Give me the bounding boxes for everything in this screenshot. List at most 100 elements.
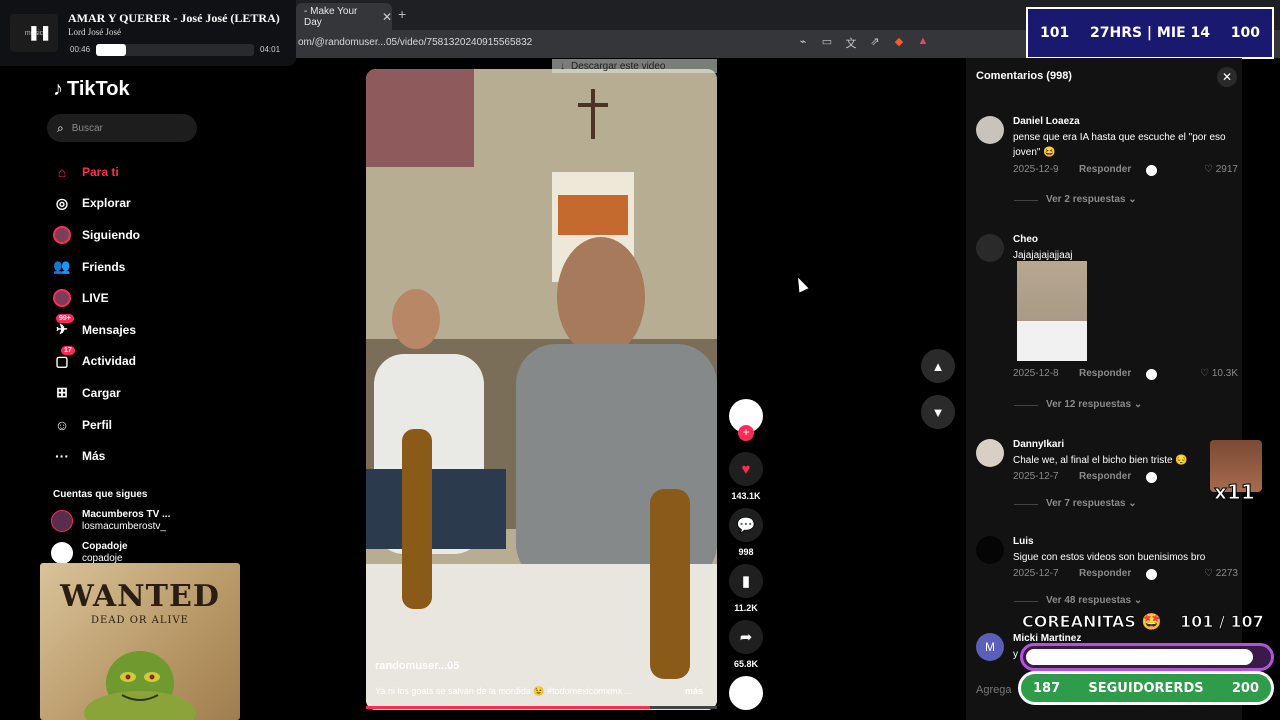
reply-button[interactable]: Responder	[1079, 164, 1131, 175]
next-video-button[interactable]: ▼	[921, 395, 955, 429]
following-account[interactable]: Copadoje copadoje	[51, 541, 128, 565]
view-replies-link[interactable]: Ver 7 respuestas ⌄	[1046, 498, 1137, 509]
sidebar-item-explorar[interactable]: ◎ Explorar	[53, 188, 140, 220]
share-icon[interactable]: ⇗	[868, 35, 882, 51]
activity-icon: ▢	[55, 352, 69, 369]
reply-button[interactable]: Responder	[1079, 471, 1131, 482]
download-video-button[interactable]: ↓ Descargar este video	[552, 59, 717, 73]
counter-center: 27HRS | MIE 14	[1090, 25, 1210, 41]
sidebar-item-label: LIVE	[82, 291, 109, 306]
comment-icon: 💬	[729, 508, 763, 542]
download-label: Descargar este video	[571, 60, 666, 72]
messages-badge: 99+	[56, 313, 74, 323]
sidebar-item-label: Perfil	[82, 417, 113, 432]
video-username[interactable]: randomuser...05	[375, 660, 459, 672]
account-name: Macumberos TV ...	[82, 509, 171, 520]
avatar[interactable]: M	[976, 633, 1004, 661]
chevron-up-icon: ▲	[931, 358, 945, 374]
comment-image[interactable]	[1017, 261, 1087, 361]
browser-tab[interactable]: - Make Your Day ✕	[296, 3, 392, 30]
comment-button[interactable]: 💬 998	[728, 508, 764, 557]
new-tab-icon[interactable]: +	[398, 6, 406, 22]
sidebar-item-live[interactable]: LIVE	[53, 282, 140, 314]
media-player: music ❚❚ AMAR Y QUERER - José José (LETR…	[0, 0, 296, 66]
sidebar-item-label: Actividad	[82, 354, 137, 369]
sidebar-item-mas[interactable]: ··· Más	[53, 440, 140, 472]
tiktok-logo[interactable]: ♪ TikTok	[53, 78, 130, 101]
save-button[interactable]: ▮ 11.2K	[728, 564, 764, 613]
divider	[1014, 601, 1038, 602]
followers-goal-bar: 187 SEGUIDORERDS 200	[1018, 671, 1274, 705]
cast-icon[interactable]: ▭	[820, 35, 834, 51]
video-progress-fill	[366, 706, 651, 709]
more-icon: ···	[55, 448, 69, 465]
sidebar-item-label: Mensajes	[82, 322, 137, 337]
add-comment-input[interactable]: Agrega	[976, 684, 1011, 696]
comment-author[interactable]: Cheo	[1013, 234, 1038, 245]
video-progress-bar[interactable]	[366, 706, 717, 709]
song-title: AMAR Y QUERER - José José (LETRA)	[68, 11, 280, 25]
sidebar-item-actividad[interactable]: ▢ 17 Actividad	[53, 345, 140, 378]
comment-like-button[interactable]: ♡ 10.3K	[1200, 368, 1238, 379]
sidebar-item-friends[interactable]: 👥 Friends	[53, 251, 140, 283]
share-button[interactable]: ➦ 65.8K	[728, 620, 764, 669]
seek-bar[interactable]	[96, 44, 254, 56]
upload-icon: ⊞	[56, 384, 68, 401]
close-icon[interactable]: ✕	[1217, 67, 1237, 87]
creator-liked-icon	[1146, 569, 1157, 580]
avatar[interactable]	[976, 234, 1004, 262]
comment-likes: 2273	[1215, 568, 1238, 579]
comment-like-button[interactable]: ♡ 2917	[1204, 164, 1238, 175]
share-arrow-icon: ➦	[729, 620, 763, 654]
view-replies-link[interactable]: Ver 12 respuestas ⌄	[1046, 399, 1142, 410]
following-account[interactable]: Macumberos TV ... losmacumberostv_	[51, 509, 170, 533]
caption-more-link[interactable]: más	[685, 686, 703, 696]
comment-likes: 10.3K	[1211, 368, 1238, 379]
sidebar-item-label: Para ti	[82, 164, 119, 179]
avatar	[51, 542, 73, 564]
view-replies-link[interactable]: Ver 2 respuestas ⌄	[1046, 194, 1137, 205]
url-field[interactable]: om/@randomuser...05/video/75813202409155…	[298, 37, 532, 48]
comment-like-button[interactable]: ♡ 2273	[1204, 568, 1238, 579]
follow-plus-icon[interactable]: +	[738, 425, 754, 441]
coreanitas-progress-fill	[1026, 649, 1254, 665]
bookmark-icon: ▮	[729, 564, 763, 598]
reply-button[interactable]: Responder	[1079, 368, 1131, 379]
coreanitas-label: COREANITAS 🤩	[1022, 612, 1162, 632]
brave-shield-icon[interactable]: ◆	[892, 35, 906, 51]
video-player[interactable]	[366, 69, 717, 710]
comment-date: 2025-12-7	[1013, 568, 1059, 579]
like-button[interactable]: ♥ 143.1K	[728, 452, 764, 501]
mute-icon[interactable]: ⌁	[796, 35, 810, 51]
view-replies-link[interactable]: Ver 48 respuestas ⌄	[1046, 595, 1142, 606]
sidebar-item-perfil[interactable]: ☺ Perfil	[53, 409, 140, 441]
avatar[interactable]	[976, 116, 1004, 144]
comments-title: Comentarios (998)	[976, 70, 1072, 82]
emote-multiplier: x11	[1214, 480, 1256, 505]
avatar[interactable]	[976, 439, 1004, 467]
translate-icon[interactable]: 文	[844, 35, 858, 51]
sidebar-item-mensajes[interactable]: ✈ 99+ Mensajes	[53, 313, 140, 346]
share-count: 65.8K	[733, 659, 759, 669]
coreanitas-progress-bar	[1020, 643, 1274, 671]
sidebar-item-label: Más	[82, 449, 106, 464]
sidebar-item-cargar[interactable]: ⊞ Cargar	[53, 377, 140, 409]
tab-close-icon[interactable]: ✕	[382, 10, 392, 24]
comment-author[interactable]: Daniel Loaeza	[1013, 116, 1080, 127]
music-disc-icon[interactable]	[729, 676, 763, 710]
followers-right: 200	[1231, 680, 1259, 696]
avatar[interactable]	[976, 536, 1004, 564]
reply-button[interactable]: Responder	[1079, 568, 1131, 579]
avatar	[51, 510, 73, 532]
sidebar-item-label: Friends	[82, 259, 126, 274]
pause-icon[interactable]: ❚❚	[28, 24, 51, 41]
search-input[interactable]: ⌕ Buscar	[47, 114, 197, 142]
sidebar-item-para-ti[interactable]: ⌂ Para ti	[53, 156, 140, 188]
comment-author[interactable]: DannyIkari	[1013, 439, 1064, 450]
sidebar-item-siguiendo[interactable]: Siguiendo	[53, 219, 140, 251]
song-artist: Lord José José	[68, 27, 121, 37]
comment-author[interactable]: Luis	[1013, 536, 1034, 547]
rewards-icon[interactable]: ▲	[916, 35, 930, 51]
video-caption: Ya ni los goats se salvan de la mordida …	[375, 686, 633, 696]
previous-video-button[interactable]: ▲	[921, 349, 955, 383]
